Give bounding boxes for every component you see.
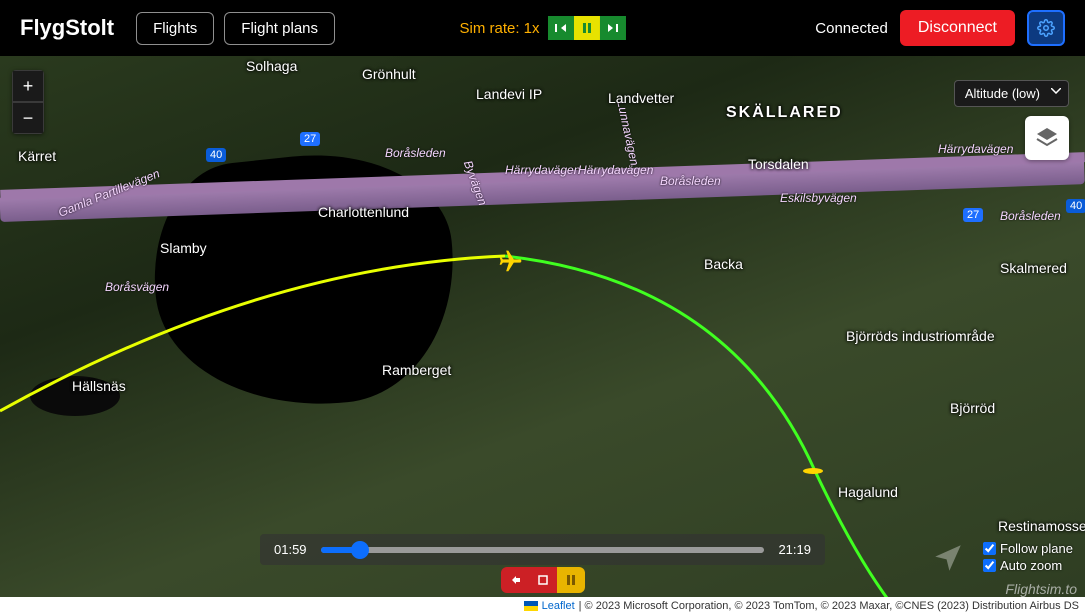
flight-plans-button[interactable]: Flight plans — [224, 12, 335, 45]
place-label: Solhaga — [246, 58, 297, 74]
settings-button[interactable] — [1027, 10, 1065, 46]
zoom-in-button[interactable]: + — [12, 70, 44, 102]
road-label: Härrydavägen — [938, 142, 1013, 156]
playback-controls — [501, 567, 585, 593]
place-label: Björröd — [950, 400, 995, 416]
place-label: SKÄLLARED — [726, 104, 843, 122]
playback-start-time: 01:59 — [274, 542, 307, 557]
stop-button[interactable] — [529, 567, 557, 593]
route-shield-40: 40 — [1066, 199, 1085, 213]
location-arrow-icon — [931, 541, 965, 575]
auto-zoom-toggle[interactable]: Auto zoom — [983, 558, 1073, 573]
watermark: Flightsim.to — [1005, 581, 1077, 597]
place-label: Landvetter — [608, 90, 674, 106]
place-label: Backa — [704, 256, 743, 272]
slider-thumb[interactable] — [351, 541, 369, 559]
attribution-text: | © 2023 Microsoft Corporation, © 2023 T… — [579, 600, 1079, 612]
place-label: Landevi IP — [476, 86, 542, 102]
layers-button[interactable] — [1025, 116, 1069, 160]
route-shield-40: 40 — [206, 148, 226, 162]
place-label: Kärret — [18, 148, 56, 164]
road-label: Boråsvägen — [105, 280, 169, 294]
route-shield-27: 27 — [963, 208, 983, 222]
auto-zoom-label: Auto zoom — [1000, 558, 1062, 573]
brand-title: FlygStolt — [20, 15, 114, 41]
leaflet-link[interactable]: Leaflet — [542, 600, 575, 612]
place-label: Ramberget — [382, 362, 451, 378]
layers-icon — [1035, 126, 1059, 150]
zoom-out-button[interactable]: − — [12, 102, 44, 134]
flights-button[interactable]: Flights — [136, 12, 214, 45]
simrate-pause-button[interactable] — [574, 16, 600, 40]
place-label: Torsdalen — [748, 156, 809, 172]
connection-status: Connected — [815, 20, 888, 37]
stop-icon — [538, 575, 548, 585]
road-label: Boråsleden — [660, 174, 721, 188]
simrate-control: Sim rate: 1x — [459, 16, 625, 40]
place-label: Charlottenlund — [318, 204, 409, 220]
ukraine-flag-icon — [524, 601, 538, 611]
map-view[interactable]: 27 40 27 40 Boråsleden Boråsleden Boråsl… — [0, 56, 1085, 615]
follow-plane-checkbox[interactable] — [983, 542, 996, 555]
road-label: Boråsleden — [385, 146, 446, 160]
aircraft-icon — [493, 249, 524, 275]
place-label: Skalmered — [1000, 260, 1067, 276]
follow-plane-label: Follow plane — [1000, 541, 1073, 556]
pause-button[interactable] — [557, 567, 585, 593]
simrate-slower-button[interactable] — [548, 16, 574, 40]
playback-end-time: 21:19 — [778, 542, 811, 557]
playback-slider[interactable] — [321, 547, 765, 553]
altitude-dropdown[interactable]: Altitude (low) — [954, 80, 1069, 107]
road-label: Härrydavägen — [505, 163, 580, 177]
route-shield-27: 27 — [300, 132, 320, 146]
auto-zoom-checkbox[interactable] — [983, 559, 996, 572]
place-label: Restinamossen — [998, 518, 1085, 534]
place-label: Hällsnäs — [72, 378, 126, 394]
pause-icon — [566, 575, 576, 585]
map-attribution: Leaflet | © 2023 Microsoft Corporation, … — [0, 597, 1085, 615]
restart-button[interactable] — [501, 567, 529, 593]
simrate-label: Sim rate: 1x — [459, 20, 539, 37]
road-label: Lunnavägen — [614, 99, 641, 167]
header: FlygStolt Flights Flight plans Sim rate:… — [0, 0, 1085, 56]
place-label: Grönhult — [362, 66, 416, 82]
aircraft-marker — [802, 464, 824, 482]
zoom-control: + − — [12, 70, 44, 134]
playback-bar: 01:59 21:19 — [260, 534, 825, 565]
disconnect-button[interactable]: Disconnect — [900, 10, 1015, 46]
return-icon — [508, 574, 522, 586]
place-label: Slamby — [160, 240, 207, 256]
altitude-dropdown-label: Altitude (low) — [965, 86, 1040, 101]
follow-plane-toggle[interactable]: Follow plane — [983, 541, 1073, 556]
gear-icon — [1037, 19, 1055, 37]
road-label: Eskilsbyvägen — [780, 191, 857, 205]
map-toggles: Follow plane Auto zoom — [983, 541, 1073, 575]
road-label: Boråsleden — [1000, 209, 1061, 223]
place-label: Hagalund — [838, 484, 898, 500]
simrate-faster-button[interactable] — [600, 16, 626, 40]
road-label: Härrydavägen — [578, 163, 653, 177]
place-label: Björröds industriområde — [846, 328, 995, 344]
